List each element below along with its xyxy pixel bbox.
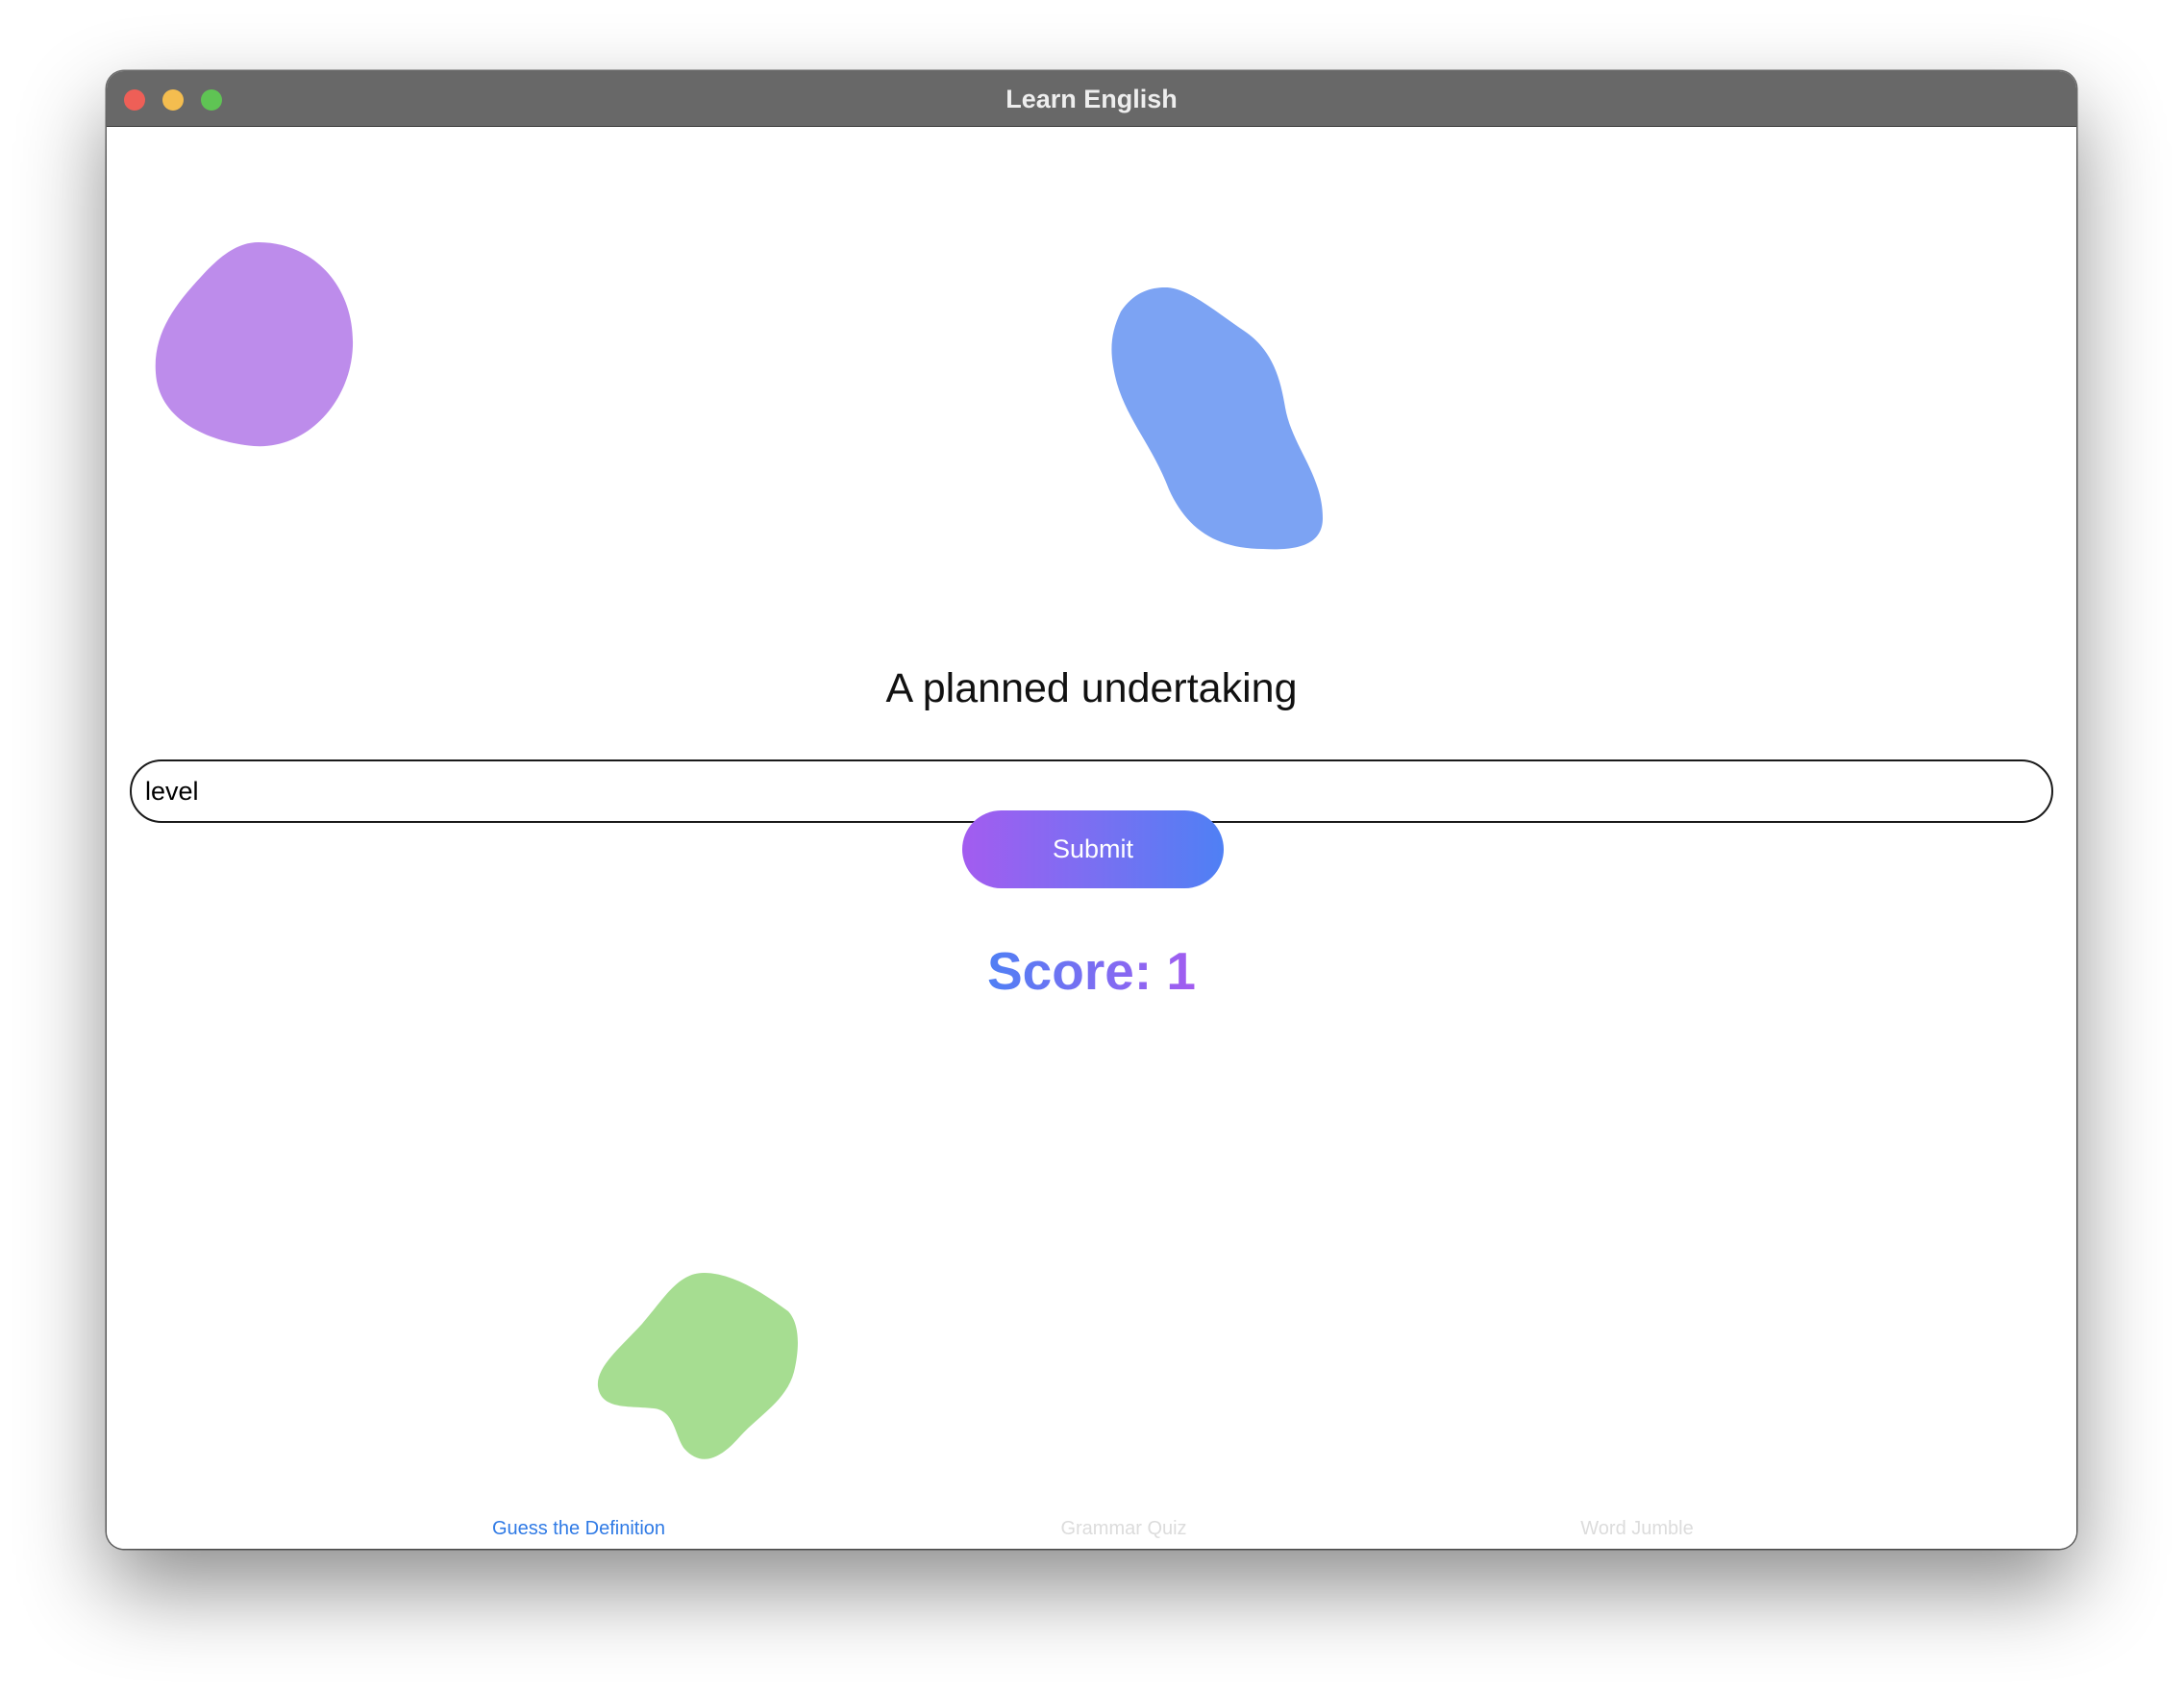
score-text: Score: 1 (986, 941, 1197, 1001)
title-bar[interactable]: Learn English (107, 71, 2076, 127)
tab-grammar-quiz[interactable]: Grammar Quiz (1060, 1518, 1186, 1540)
tab-word-jumble[interactable]: Word Jumble (1580, 1518, 1693, 1540)
tab-guess-the-definition[interactable]: Guess the Definition (492, 1518, 665, 1540)
question-prompt: A planned undertaking (885, 665, 1298, 711)
main-content: A planned undertaking Submit Score: 1 (107, 127, 2076, 1549)
submit-button[interactable]: Submit (962, 810, 1224, 888)
blue-blob-decoration (1111, 287, 1323, 550)
score-display: Score: 1 (107, 940, 2076, 1002)
green-blob-decoration (597, 1273, 798, 1459)
tab-bar: Guess the Definition Grammar Quiz Word J… (107, 1518, 2076, 1549)
purple-blob-decoration (155, 242, 354, 447)
window-title: Learn English (1005, 85, 1178, 113)
app-window: Learn English A planned undertaking Subm… (107, 71, 2076, 1549)
